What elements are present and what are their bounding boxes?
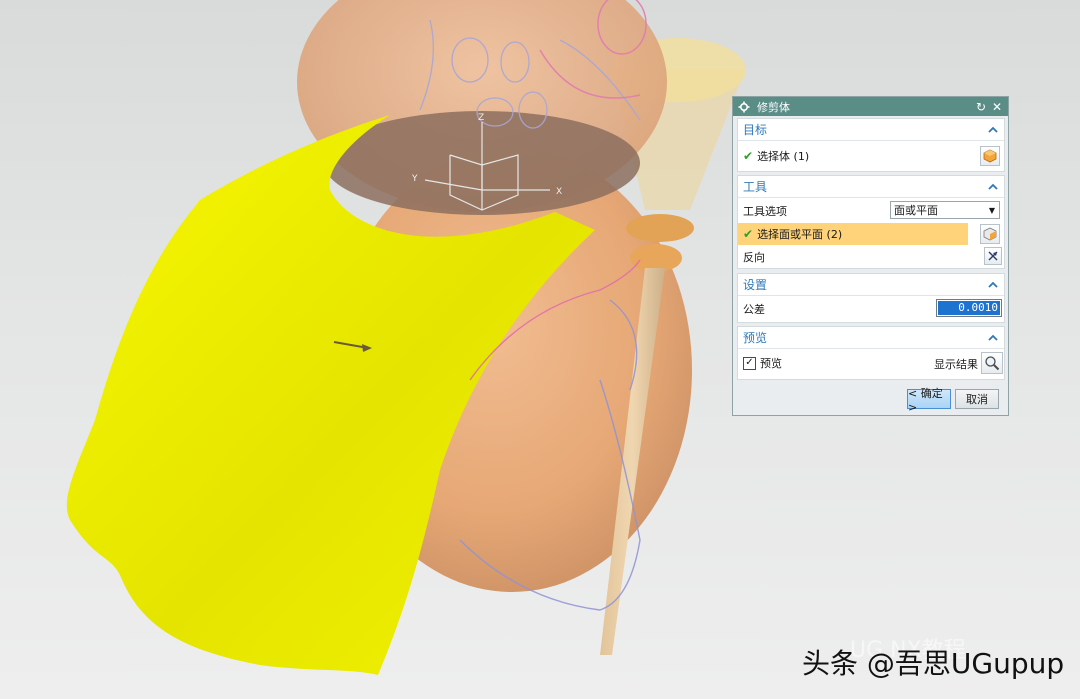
solid-body-icon	[983, 149, 997, 163]
checkmark-icon: ✔	[743, 227, 754, 241]
chevron-up-icon[interactable]	[987, 280, 999, 290]
reverse-direction-button[interactable]	[984, 247, 1002, 265]
chevron-up-icon[interactable]	[987, 333, 999, 343]
tool-option-select[interactable]: 面或平面 ▼	[890, 201, 1000, 219]
select-body-button[interactable]	[980, 146, 1000, 166]
preview-group-header[interactable]: 预览	[738, 327, 1004, 349]
tolerance-value: 0.0010	[938, 301, 1000, 315]
axis-label-x: X	[556, 187, 562, 197]
reverse-direction-icon	[988, 251, 998, 261]
settings-group: 设置 公差 0.0010	[737, 273, 1005, 323]
select-face-label: 选择面或平面 (2)	[757, 228, 843, 241]
preview-group: 预览 ✓ 预览 显示结果	[737, 326, 1005, 380]
reverse-label: 反向	[743, 251, 765, 264]
select-body-row[interactable]: ✔ 选择体 (1)	[738, 145, 1004, 167]
show-result-label: 显示结果	[934, 358, 978, 371]
tool-group: 工具 工具选项 面或平面 ▼ ✔ 选择面或平面 (2) 反向	[737, 175, 1005, 269]
tool-header-label: 工具	[743, 180, 768, 194]
chevron-up-icon[interactable]	[987, 182, 999, 192]
axis-label-z: Z	[478, 113, 484, 123]
axis-label-y: Y	[411, 174, 418, 184]
settings-header-label: 设置	[743, 278, 768, 292]
settings-group-header[interactable]: 设置	[738, 274, 1004, 296]
gear-icon[interactable]	[737, 100, 751, 114]
dialog-title: 修剪体	[757, 100, 790, 114]
cancel-button[interactable]: 取消	[955, 389, 999, 409]
trim-body-dialog: 修剪体 ↻ ✕ 目标 ✔ 选择体 (1) 工具 工具选项 面或平面 ▼ ✔ 选择…	[732, 96, 1009, 416]
reset-icon[interactable]: ↻	[974, 100, 988, 114]
chevron-down-icon: ▼	[988, 205, 996, 215]
select-face-row[interactable]: ✔ 选择面或平面 (2)	[738, 223, 968, 245]
preview-header-label: 预览	[743, 331, 768, 345]
dialog-titlebar[interactable]: 修剪体 ↻ ✕	[733, 97, 1008, 116]
tool-option-value: 面或平面	[894, 204, 938, 217]
ok-button[interactable]: < 确定 >	[907, 387, 951, 414]
select-body-label: 选择体 (1)	[757, 150, 810, 163]
tolerance-input[interactable]: 0.0010	[936, 299, 1002, 317]
watermark-text: 头条 @吾思UGupup	[802, 647, 1065, 680]
preview-checkbox[interactable]: ✓	[743, 356, 756, 370]
face-plane-icon	[983, 227, 997, 241]
select-face-button[interactable]	[980, 224, 1000, 244]
chevron-up-icon[interactable]	[987, 125, 999, 135]
magnifier-icon	[985, 356, 1000, 371]
show-result-button[interactable]	[981, 352, 1003, 374]
target-header-label: 目标	[743, 123, 768, 137]
reverse-row: 反向	[738, 246, 1004, 268]
checkmark-icon: ✔	[743, 149, 754, 163]
tool-group-header[interactable]: 工具	[738, 176, 1004, 198]
close-icon[interactable]: ✕	[990, 100, 1004, 114]
target-group: 目标 ✔ 选择体 (1)	[737, 118, 1005, 172]
target-group-header[interactable]: 目标	[738, 119, 1004, 141]
